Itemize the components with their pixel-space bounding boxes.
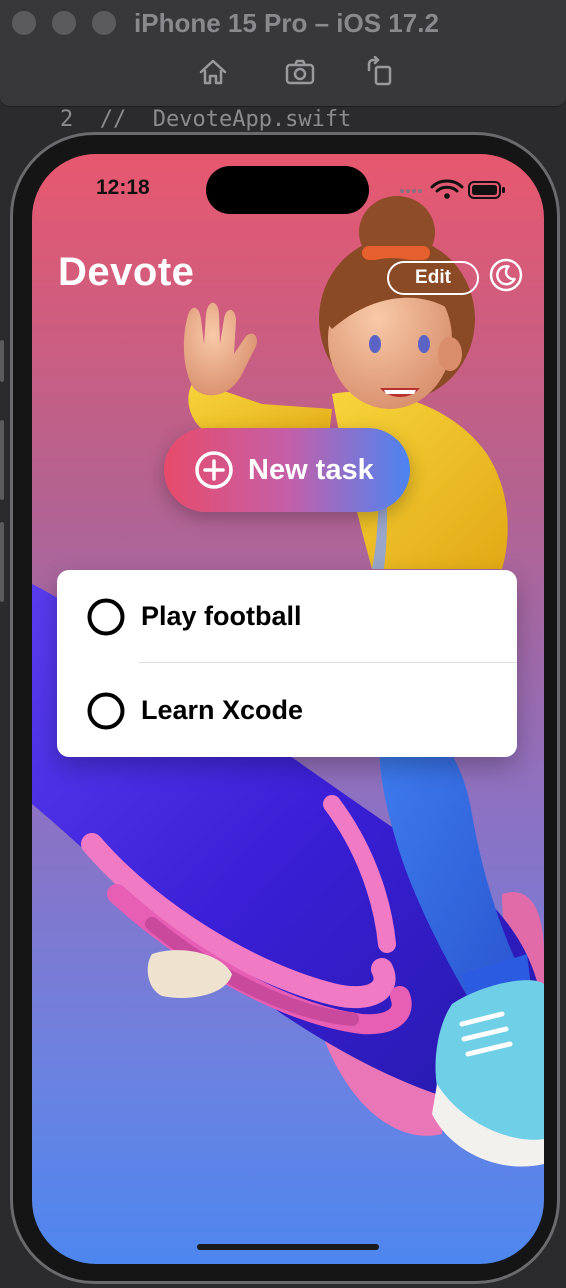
rotate-icon[interactable] (364, 56, 396, 88)
zoom-window-button[interactable] (92, 11, 116, 35)
editor-gutter-mark (0, 340, 4, 382)
checkbox-circle-icon[interactable] (87, 692, 125, 730)
wifi-icon (430, 179, 464, 199)
new-task-label: New task (248, 453, 374, 486)
battery-icon (468, 181, 505, 199)
simulator-title-bar: iPhone 15 Pro – iOS 17.2 (0, 0, 566, 107)
cellular-signal-icon (400, 189, 422, 193)
simulator-title: iPhone 15 Pro – iOS 17.2 (134, 8, 439, 38)
edit-button[interactable]: Edit (387, 261, 479, 295)
status-bar-icons (400, 179, 505, 199)
task-title: Play football (141, 601, 302, 631)
close-window-button[interactable] (12, 11, 36, 35)
task-list: Play football Learn Xcode (57, 570, 517, 757)
screenshot-icon[interactable] (284, 56, 316, 88)
editor-code-line: 2 // DevoteApp.swift (60, 107, 351, 132)
app-screen: 12:18 Devote Edit New task Play football… (32, 154, 544, 1264)
new-task-button[interactable]: New task (164, 428, 410, 512)
home-icon[interactable] (197, 56, 229, 88)
dynamic-island (206, 166, 369, 214)
editor-gutter-mark (0, 522, 4, 602)
minimize-window-button[interactable] (52, 11, 76, 35)
line-number: 2 (60, 107, 74, 132)
task-row[interactable]: Learn Xcode (57, 664, 517, 757)
checkbox-circle-icon[interactable] (87, 598, 125, 636)
moon-icon[interactable] (489, 258, 523, 292)
task-row[interactable]: Play football (57, 570, 517, 663)
page-title: Devote (58, 250, 195, 294)
home-indicator[interactable] (197, 1244, 379, 1250)
status-time: 12:18 (96, 176, 150, 199)
code-comment: // DevoteApp.swift (99, 107, 352, 132)
editor-gutter-mark (0, 420, 4, 500)
task-title: Learn Xcode (141, 695, 304, 725)
plus-circle-icon (195, 451, 233, 489)
row-divider (139, 662, 517, 663)
